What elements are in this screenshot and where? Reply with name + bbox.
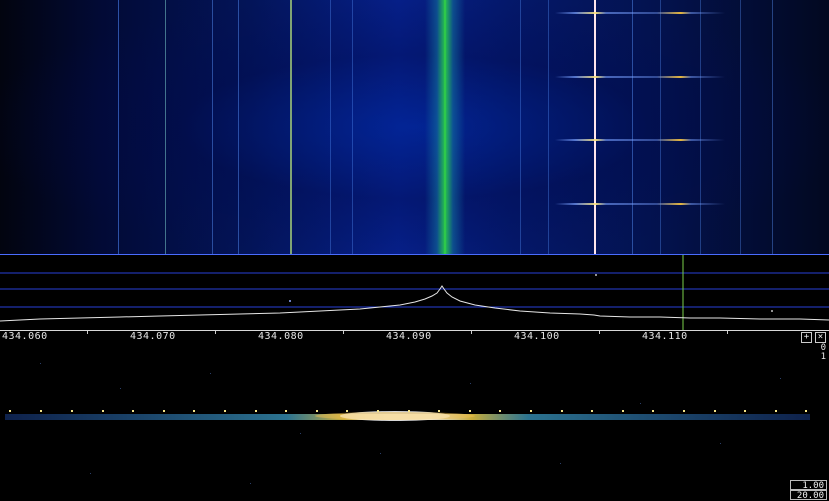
close-icon[interactable]: × xyxy=(815,332,826,343)
sdr-receiver-window: 434.060 434.070 434.080 434.090 434.100 … xyxy=(0,0,829,501)
phase-display[interactable]: 0 1 1.00 20.00 xyxy=(0,343,829,501)
gain-value-box[interactable]: 1.00 xyxy=(790,480,827,491)
plus-icon[interactable]: + xyxy=(801,332,812,343)
frequency-marker-line xyxy=(594,0,596,254)
spectrum-display[interactable] xyxy=(0,254,829,331)
freq-label: 434.090 xyxy=(386,331,432,342)
freq-label: 434.100 xyxy=(514,331,560,342)
freq-label: 434.070 xyxy=(130,331,176,342)
freq-label: 434.060 xyxy=(2,331,48,342)
range-value-box[interactable]: 20.00 xyxy=(790,490,827,501)
waterfall-display[interactable] xyxy=(0,0,829,254)
carrier-trace xyxy=(425,0,465,254)
frequency-axis[interactable]: 434.060 434.070 434.080 434.090 434.100 … xyxy=(0,330,829,344)
freq-label: 434.110 xyxy=(642,331,688,342)
freq-label: 434.080 xyxy=(258,331,304,342)
scale-label-second: 1 xyxy=(820,352,826,362)
spectrum-trace xyxy=(0,285,829,322)
